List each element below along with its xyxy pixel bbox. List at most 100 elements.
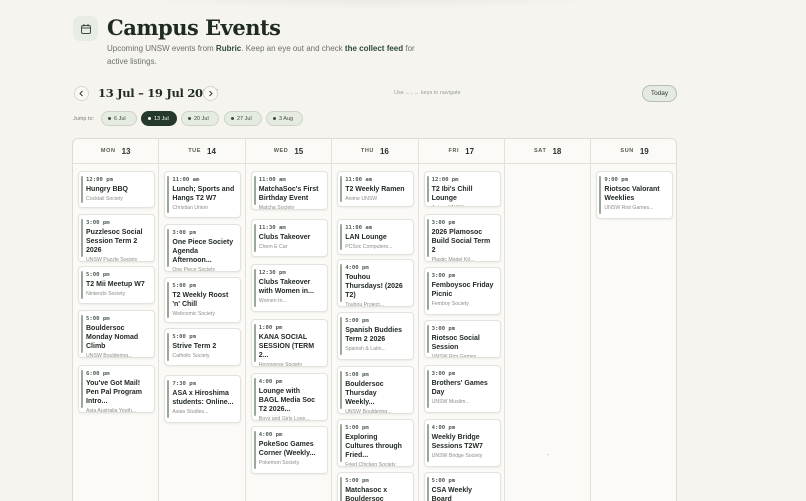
- event-card[interactable]: 5:00 pm Bouldersoc Monday Nomad Climb UNSW…: [78, 310, 155, 358]
- event-card[interactable]: 3:00 pm Femboysoc Friday Picnic Femboy Soc…: [423, 267, 501, 315]
- day-header: MON 13: [73, 139, 159, 164]
- event-organizer: Boys and Girls Love...: [258, 416, 310, 421]
- event-title: KANA SOCIAL SESSION (TERM 2...: [258, 334, 315, 359]
- event-time: 3:00 pm: [431, 220, 456, 226]
- day-number: 16: [379, 146, 389, 156]
- event-title: LAN Lounge: [345, 234, 387, 241]
- event-title: CSA Weekly Board: [431, 487, 473, 501]
- event-title: MatchaSoc's First Birthday Event: [258, 186, 319, 202]
- event-card[interactable]: 5:00 pm Bouldersoc Thursday Weekly... UNSW…: [337, 366, 415, 414]
- collect-feed-link[interactable]: the collect feed: [345, 44, 403, 53]
- jump-chip[interactable]: 13 Jul: [141, 111, 177, 126]
- chip-dot-icon: [273, 117, 276, 120]
- event-card[interactable]: 11:00 am LAN Lounge PCSoc Computers...: [337, 219, 415, 255]
- event-title: Brothers' Games Day: [431, 380, 488, 396]
- event-card[interactable]: 11:00 am MatchaSoc's First Birthday Event…: [250, 171, 328, 210]
- event-time: 12:00 pm: [86, 177, 113, 183]
- event-card[interactable]: 4:00 pm Lounge with BAGL Media Soc T2 202…: [250, 373, 328, 421]
- event-title: Riotsoc Social Session: [431, 335, 480, 351]
- event-organizer: Hoyoverse Society: [258, 362, 303, 367]
- event-organizer: UNSW Riot Games...: [431, 354, 481, 358]
- event-card[interactable]: 3:00 pm Brothers' Games Day UNSW Muslim...: [423, 365, 501, 413]
- event-organizer: UNSW Bridge Society: [431, 453, 483, 459]
- jump-chip-label: 3 Aug: [279, 115, 294, 122]
- next-week-button[interactable]: [203, 86, 218, 101]
- event-time: 5:00 pm: [431, 478, 456, 484]
- event-card[interactable]: 6:00 pm You've Got Mail! Pen Pal Program …: [78, 365, 155, 413]
- event-card[interactable]: 5:00 pm Exploring Cultures through Fried.…: [337, 419, 415, 467]
- event-card[interactable]: 5:00 pm Matchasoc x Bouldersoc Collab...: [337, 472, 415, 501]
- jump-chip[interactable]: 3 Aug: [266, 111, 303, 126]
- jump-chip-label: 20 Jul: [194, 115, 209, 122]
- event-card[interactable]: 11:00 am T2 Weekly Ramen Anime UNSW: [337, 171, 415, 207]
- day-of-week: SUN: [620, 148, 634, 154]
- event-card[interactable]: 9:00 pm Riotsoc Valorant Weeklies UNSW Rio…: [596, 171, 674, 219]
- event-card[interactable]: 7:30 pm ASA x Hiroshima students: Online.…: [164, 375, 242, 423]
- today-button[interactable]: Today: [642, 85, 677, 102]
- day-number: 14: [207, 146, 216, 156]
- event-card[interactable]: 3:00 pm One Piece Society Agenda Afternoo…: [164, 224, 242, 272]
- rubric-link[interactable]: Rubric: [216, 44, 241, 53]
- day-header: SAT 18: [505, 139, 591, 164]
- event-card[interactable]: 11:30 am Clubs Takeover Chem E Car: [250, 219, 328, 257]
- jump-chip[interactable]: 6 Jul: [101, 111, 137, 126]
- day-number: 17: [465, 146, 475, 156]
- event-card[interactable]: 5:00 pm CSA Weekly Board: [423, 472, 501, 501]
- event-time: 12:30 pm: [258, 270, 286, 276]
- event-organizer: One Piece Society: [172, 267, 216, 272]
- event-title: Lounge with BAGL Media Soc T2 2026...: [258, 388, 316, 413]
- event-card[interactable]: 4:00 pm Touhou Thursdays! (2026 T2) Touhou…: [337, 259, 415, 307]
- event-time: 6:00 pm: [86, 371, 110, 377]
- day-number: 15: [294, 146, 304, 156]
- page-subtitle: Upcoming UNSW events from Rubric. Keep a…: [107, 42, 427, 68]
- event-organizer: Webcomic Society: [172, 311, 215, 317]
- day-number: 18: [552, 146, 562, 156]
- prev-week-button[interactable]: [74, 86, 89, 101]
- event-title: Riotsoc Valorant Weeklies: [604, 186, 660, 202]
- event-time: 11:00 am: [345, 225, 373, 231]
- event-title: Exploring Cultures through Fried...: [345, 434, 402, 459]
- event-card[interactable]: 5:00 pm T2 Mii Meetup W7 Nintendo Society: [78, 266, 155, 304]
- day-column-sun: SUN 19 9:00 pm Riotsoc Valorant Weeklies UNS…: [591, 139, 676, 501]
- event-card[interactable]: 1:00 pm KANA SOCIAL SESSION (TERM 2... Hoy…: [250, 319, 328, 367]
- event-card[interactable]: 12:30 pm Clubs Takeover with Women in... W…: [250, 264, 328, 312]
- event-card[interactable]: 11:00 am Lunch; Sports and Hangs T2 W7 Chr…: [164, 171, 242, 218]
- day-of-week: FRI: [448, 148, 460, 154]
- event-title: ASA x Hiroshima students: Online...: [172, 390, 234, 406]
- event-time: 5:00 pm: [345, 318, 369, 324]
- event-card[interactable]: 3:00 pm Riotsoc Social Session UNSW Riot G…: [423, 320, 501, 358]
- day-header: TUE 14: [159, 139, 245, 164]
- event-card[interactable]: 4:00 pm Weekly Bridge Sessions T2W7 UNSW B…: [423, 419, 501, 467]
- event-card[interactable]: 4:00 pm PokeSoc Games Corner (Weekly... Po…: [250, 426, 328, 474]
- event-title: 2026 Plamosoc Build Social Term 2: [431, 229, 491, 254]
- event-card[interactable]: 5:00 pm Strive Term 2 Catholic Society: [164, 328, 242, 366]
- event-card[interactable]: 12:00 pm Hungry BBQ Cocktail Society: [78, 171, 155, 208]
- event-card[interactable]: 3:00 pm 2026 Plamosoc Build Social Term 2…: [423, 214, 501, 262]
- event-organizer: Pokemon Society: [258, 460, 300, 466]
- event-card[interactable]: 12:00 pm T2 Ibi's Chill Lounge Anime UNSW: [423, 171, 501, 207]
- event-title: Spanish Buddies Term 2 2026: [345, 327, 402, 343]
- event-time: 4:00 pm: [345, 265, 369, 271]
- event-title: Clubs Takeover with Women in...: [258, 279, 314, 295]
- event-title: Strive Term 2: [172, 343, 217, 350]
- event-organizer: PCSoc Computers...: [345, 244, 393, 250]
- event-title: T2 Weekly Roost 'n' Chill: [172, 292, 229, 308]
- event-organizer: Fried Chicken Society: [345, 462, 396, 467]
- jump-chip[interactable]: 27 Jul: [224, 111, 262, 126]
- day-header: FRI 17: [418, 139, 504, 164]
- event-title: You've Got Mail! Pen Pal Program Intro..…: [86, 380, 143, 405]
- event-card[interactable]: 5:00 pm Spanish Buddies Term 2 2026 Spanis…: [337, 312, 415, 360]
- event-time: 4:00 pm: [258, 379, 283, 385]
- event-title: T2 Weekly Ramen: [345, 186, 405, 193]
- event-title: Touhou Thursdays! (2026 T2): [345, 274, 403, 299]
- event-organizer: Anime UNSW: [432, 205, 494, 206]
- calendar-icon: [73, 16, 98, 41]
- jump-chip[interactable]: 20 Jul: [181, 111, 219, 126]
- event-card[interactable]: 3:00 pm Puzzlesoc Social Session Term 2 2…: [78, 214, 155, 262]
- day-number: 13: [121, 146, 131, 156]
- day-column-sat: SAT 18 -: [505, 139, 592, 501]
- event-card[interactable]: 5:00 pm T2 Weekly Roost 'n' Chill Webcomic…: [164, 277, 242, 323]
- date-range-title: 13 Jul – 19 Jul 2026: [98, 86, 219, 100]
- day-column-fri: FRI 17 12:00 pm T2 Ibi's Chill Lounge Anime …: [418, 139, 505, 501]
- day-number: 19: [639, 146, 649, 156]
